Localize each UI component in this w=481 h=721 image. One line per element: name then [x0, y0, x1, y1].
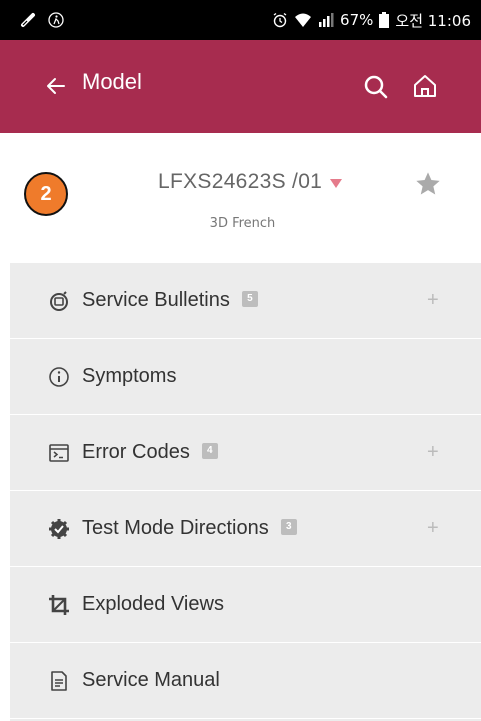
home-icon[interactable]: [412, 73, 438, 99]
menu-item-label: Service Manual: [82, 669, 220, 691]
menu-item-exploded-views[interactable]: Exploded Views: [10, 567, 481, 643]
menu-item-error-codes[interactable]: Error Codes 4 +: [10, 415, 481, 491]
gear-check-icon: [49, 518, 69, 539]
info-icon: [49, 366, 69, 387]
link-icon: [21, 13, 35, 27]
menu-item-test-mode-directions[interactable]: Test Mode Directions 3 +: [10, 491, 481, 567]
alarm-icon: [273, 12, 287, 28]
menu-item-label: Error Codes 4: [82, 441, 218, 464]
signal-icon: [319, 13, 334, 27]
model-selector[interactable]: LFXS24623S /01: [158, 170, 343, 194]
count-badge: 3: [280, 518, 297, 535]
terminal-icon: [49, 443, 69, 462]
menu-item-symptoms[interactable]: Symptoms: [10, 339, 481, 415]
menu-item-service-bulletins[interactable]: Service Bulletins 5 +: [10, 263, 481, 339]
menu-item-label: Test Mode Directions 3: [82, 517, 297, 540]
menu-item-label: Symptoms: [82, 365, 177, 387]
crop-icon: [49, 594, 69, 615]
menu-item-label: Exploded Views: [82, 593, 224, 615]
expand-plus-icon[interactable]: +: [427, 517, 439, 540]
clock: 오전 11:06: [395, 11, 471, 30]
bulletins-icon: [50, 290, 68, 311]
dropdown-caret-icon: [330, 178, 343, 188]
accessibility-icon: [48, 12, 64, 28]
step-number-badge: 2: [24, 172, 68, 216]
back-arrow-icon[interactable]: [44, 74, 68, 98]
app-bar: Model: [0, 40, 481, 133]
model-subtitle: 3D French: [209, 216, 276, 231]
favorite-star-icon[interactable]: [414, 170, 442, 198]
status-bar: 67% 오전 11:06: [0, 0, 481, 40]
page-title: Model: [82, 69, 142, 94]
wifi-icon: [295, 13, 312, 27]
model-menu: Service Bulletins 5 + Symptoms Error Code…: [10, 263, 481, 721]
battery-percent: 67%: [340, 11, 374, 29]
count-badge: 4: [201, 442, 218, 459]
count-badge: 5: [241, 290, 258, 307]
search-icon[interactable]: [363, 74, 389, 100]
expand-plus-icon[interactable]: +: [427, 289, 439, 312]
expand-plus-icon[interactable]: +: [427, 441, 439, 464]
model-subtitle-row: 3D French: [0, 216, 481, 231]
menu-item-service-manual[interactable]: Service Manual: [10, 643, 481, 719]
battery-icon: [379, 12, 390, 28]
model-name: LFXS24623S /01: [158, 170, 323, 193]
menu-item-label: Service Bulletins 5: [82, 289, 258, 312]
document-icon: [51, 670, 67, 691]
